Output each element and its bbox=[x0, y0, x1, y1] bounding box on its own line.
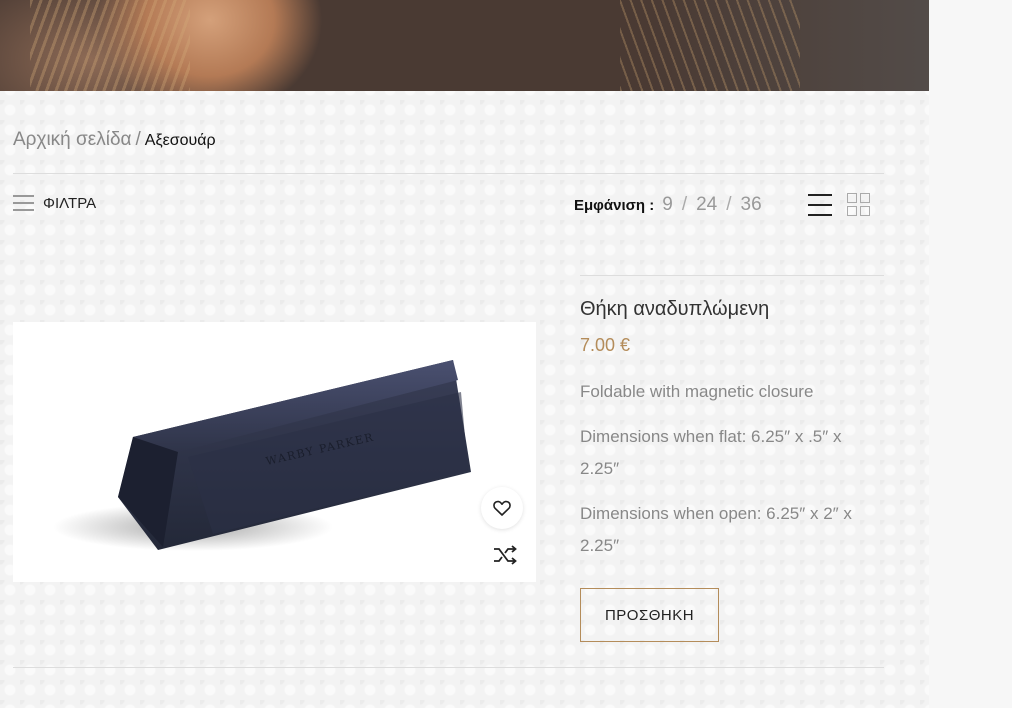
breadcrumb-separator: / bbox=[135, 129, 141, 150]
grid-view-icon[interactable] bbox=[847, 193, 871, 217]
description-line: Dimensions when open: 6.25″ x 2″ x 2.25″ bbox=[580, 504, 852, 555]
wishlist-button[interactable] bbox=[481, 487, 523, 529]
per-page-label: Εμφάνιση : bbox=[574, 197, 655, 214]
page-gutter bbox=[929, 0, 1012, 708]
per-page-option-36[interactable]: 36 bbox=[741, 194, 762, 216]
breadcrumb: Αρχική σελίδα / Αξεσουάρ bbox=[13, 129, 216, 151]
description-line: Dimensions when flat: 6.25″ x .5″ x 2.25… bbox=[580, 427, 842, 478]
per-page-separator: / bbox=[681, 194, 688, 215]
breadcrumb-current: Αξεσουάρ bbox=[144, 132, 216, 149]
list-view-icon[interactable] bbox=[808, 193, 832, 217]
add-to-cart-button[interactable]: ΠΡΟΣΘΗΚΗ bbox=[580, 588, 719, 642]
description-line: Foldable with magnetic closure bbox=[580, 382, 814, 401]
hero-banner-image bbox=[0, 0, 929, 91]
filters-label: ΦΙΛΤΡΑ bbox=[43, 195, 97, 212]
compare-button[interactable] bbox=[490, 541, 520, 569]
product-price: 7.00 € bbox=[580, 335, 631, 355]
per-page-separator: / bbox=[726, 194, 732, 215]
product-bottom-divider bbox=[13, 667, 884, 668]
product-title[interactable]: Θήκη αναδυπλώμενη bbox=[580, 298, 769, 321]
shop-page: Αρχική σελίδα / Αξεσουάρ ΦΙΛΤΡΑ Εμφάνιση :… bbox=[0, 0, 929, 708]
shuffle-icon bbox=[494, 545, 517, 565]
product-description: Foldable with magnetic closure Dimension… bbox=[580, 376, 880, 575]
breadcrumb-home-link[interactable]: Αρχική σελίδα bbox=[13, 129, 132, 150]
glasses-case-image: WARBY PARKER bbox=[53, 360, 471, 551]
per-page-option-9[interactable]: 9 bbox=[662, 194, 673, 216]
per-page-option-24[interactable]: 24 bbox=[696, 194, 717, 216]
hamburger-icon bbox=[13, 195, 34, 212]
product-image[interactable]: WARBY PARKER bbox=[13, 322, 536, 582]
filters-toggle[interactable]: ΦΙΛΤΡΑ bbox=[13, 195, 96, 212]
heart-icon bbox=[493, 500, 511, 516]
product-top-divider bbox=[580, 275, 884, 276]
per-page-selector: Εμφάνιση : 9 / 24 / 36 bbox=[574, 194, 762, 216]
breadcrumb-divider bbox=[13, 173, 884, 174]
